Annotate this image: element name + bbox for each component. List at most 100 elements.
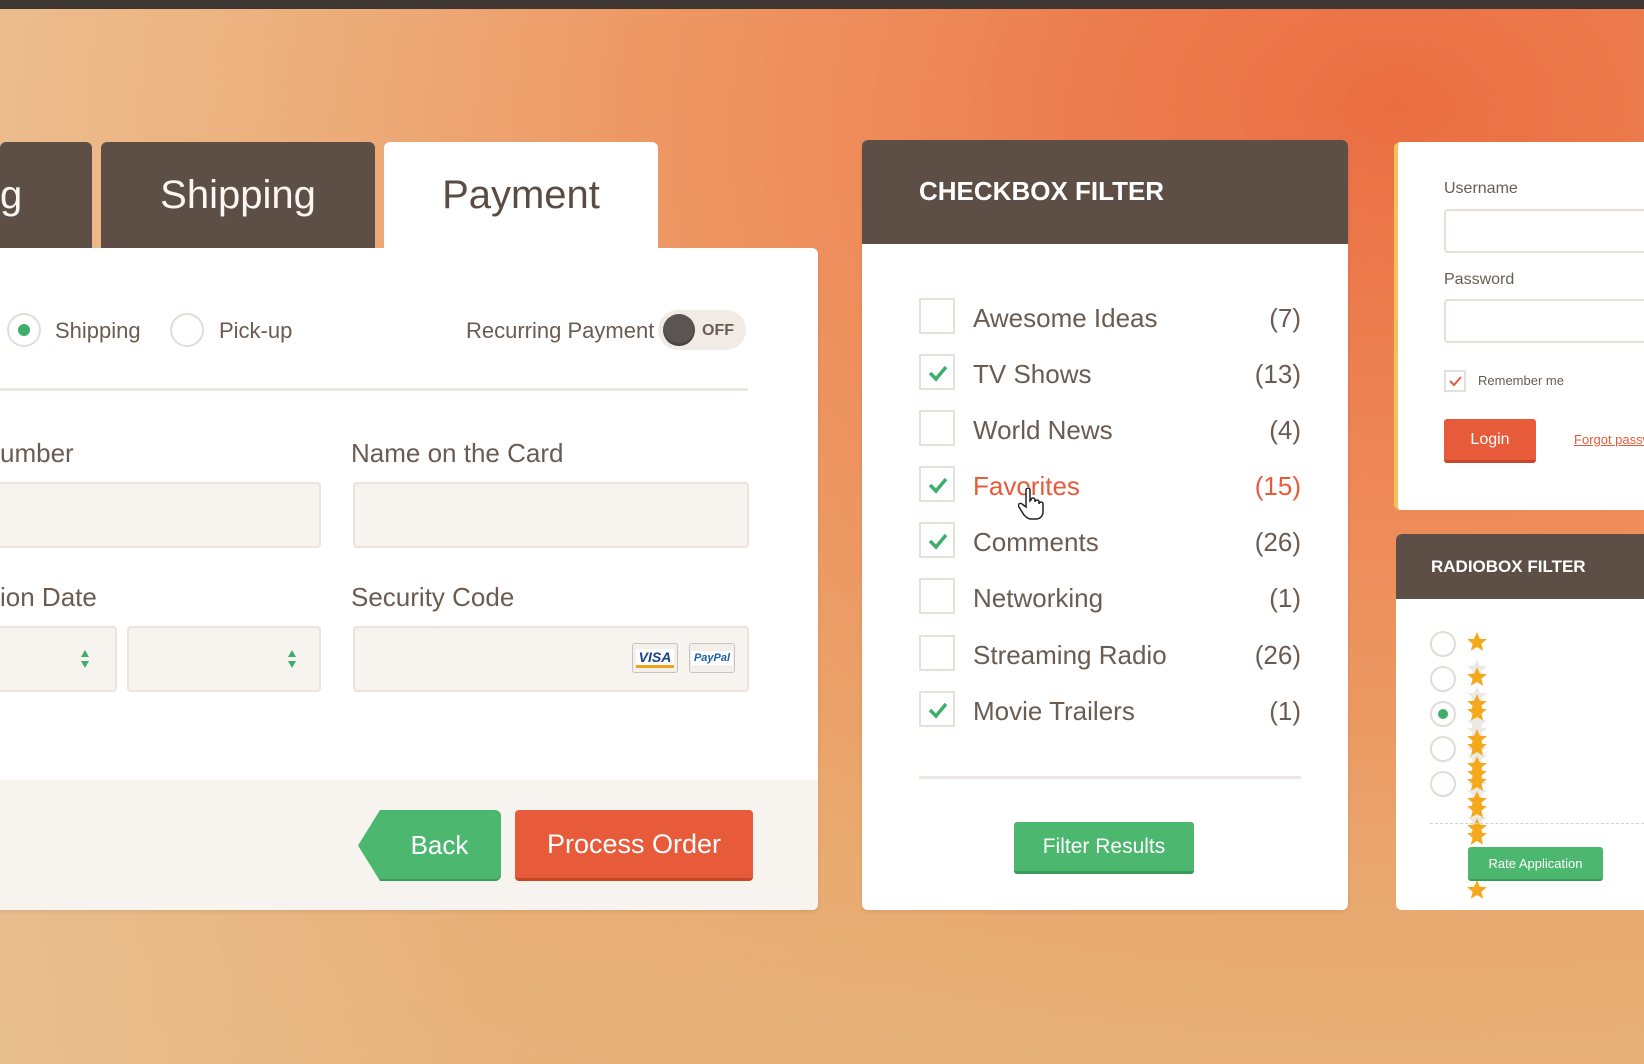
rating-radio[interactable] bbox=[1430, 736, 1456, 762]
filter-item-streaming-radio[interactable]: Streaming Radio (26) bbox=[919, 633, 1301, 673]
remember-me-checkbox[interactable] bbox=[1444, 370, 1466, 392]
filter-item-count: (15) bbox=[1254, 471, 1301, 501]
paypal-icon: PayPal bbox=[689, 643, 735, 673]
star-icon bbox=[1467, 772, 1487, 791]
filter-item-count: (1) bbox=[1269, 583, 1301, 613]
checkbox[interactable] bbox=[919, 298, 955, 334]
login-button[interactable]: Login bbox=[1444, 419, 1536, 463]
login-panel: Username Password Remember me Login Forg… bbox=[1394, 142, 1644, 510]
name-on-card-label: Name on the Card bbox=[351, 438, 564, 468]
back-button-label: Back bbox=[410, 830, 469, 860]
visa-icon: VISA bbox=[632, 643, 678, 673]
checkbox[interactable] bbox=[919, 635, 955, 671]
filter-results-label: Filter Results bbox=[1042, 834, 1166, 858]
filter-item-count: (4) bbox=[1269, 415, 1301, 445]
filter-item-label: Comments bbox=[973, 527, 1099, 557]
tab-billing[interactable]: g bbox=[0, 142, 92, 248]
checkbox[interactable] bbox=[919, 354, 955, 390]
rating-radio[interactable] bbox=[1430, 666, 1456, 692]
star-icon bbox=[1467, 880, 1487, 899]
checkbox[interactable] bbox=[919, 691, 955, 727]
tab-shipping[interactable]: Shipping bbox=[101, 142, 375, 248]
toggle-state-label: OFF bbox=[702, 322, 734, 339]
filter-item-awesome-ideas[interactable]: Awesome Ideas (7) bbox=[919, 296, 1301, 336]
filter-item-count: (1) bbox=[1269, 696, 1301, 726]
checkbox[interactable] bbox=[919, 578, 955, 614]
filter-item-label: TV Shows bbox=[973, 359, 1092, 389]
checkbox-filter-title: CHECKBOX FILTER bbox=[919, 176, 1165, 206]
recurring-payment-label: Recurring Payment bbox=[466, 318, 655, 343]
paypal-logo-text: PayPal bbox=[690, 651, 734, 665]
tab-label: Shipping bbox=[160, 172, 316, 217]
username-label: Username bbox=[1444, 180, 1518, 197]
password-label: Password bbox=[1444, 271, 1515, 288]
filter-item-comments[interactable]: Comments (26) bbox=[919, 520, 1301, 560]
username-input[interactable] bbox=[1444, 209, 1644, 253]
checkbox-filter-header: CHECKBOX FILTER bbox=[862, 140, 1348, 244]
star-icon bbox=[1467, 667, 1487, 686]
card-number-input[interactable] bbox=[0, 482, 321, 548]
remember-me-label: Remember me bbox=[1478, 373, 1564, 388]
checkbox[interactable] bbox=[919, 410, 955, 446]
checkmark-icon bbox=[928, 702, 948, 719]
rating-divider bbox=[1430, 823, 1644, 824]
star-icon bbox=[1467, 826, 1487, 845]
tab-payment[interactable]: Payment bbox=[384, 142, 658, 248]
login-button-label: Login bbox=[1470, 430, 1510, 448]
card-number-label: umber bbox=[0, 438, 74, 468]
rate-application-button[interactable]: Rate Application bbox=[1468, 847, 1603, 881]
radiobox-filter-panel: RADIOBOX FILTER Rate Application bbox=[1396, 534, 1644, 910]
filter-item-movie-trailers[interactable]: Movie Trailers (1) bbox=[919, 689, 1301, 729]
shipping-option-label: Shipping bbox=[55, 318, 141, 343]
expiration-month-select[interactable] bbox=[0, 626, 117, 692]
filter-item-count: (26) bbox=[1254, 527, 1301, 557]
filter-item-tv-shows[interactable]: TV Shows (13) bbox=[919, 352, 1301, 392]
radiobox-filter-title: RADIOBOX FILTER bbox=[1431, 557, 1586, 576]
checkmark-icon bbox=[1449, 376, 1462, 387]
star-icon bbox=[1467, 799, 1487, 818]
recurring-payment-toggle[interactable]: OFF bbox=[658, 310, 746, 350]
filter-item-label: World News bbox=[973, 415, 1113, 445]
visa-logo-text: VISA bbox=[635, 648, 675, 668]
section-divider bbox=[0, 388, 748, 391]
expiration-date-label: ion Date bbox=[0, 582, 97, 612]
filter-results-button[interactable]: Filter Results bbox=[1014, 822, 1194, 874]
rating-radio[interactable] bbox=[1430, 631, 1456, 657]
filter-item-label: Networking bbox=[973, 583, 1104, 613]
pickup-radio[interactable] bbox=[170, 313, 204, 347]
hand-cursor-icon bbox=[1018, 488, 1044, 520]
radiobox-filter-header: RADIOBOX FILTER bbox=[1396, 534, 1644, 599]
filter-item-networking[interactable]: Networking (1) bbox=[919, 576, 1301, 616]
filter-item-favorites[interactable]: Favorites (15) bbox=[919, 464, 1301, 504]
process-order-button[interactable]: Process Order bbox=[515, 810, 753, 881]
filter-item-label: Movie Trailers bbox=[973, 696, 1135, 726]
filter-item-count: (13) bbox=[1254, 359, 1301, 389]
back-button[interactable]: Back bbox=[378, 810, 501, 881]
star-icon bbox=[1467, 737, 1487, 756]
shipping-radio[interactable] bbox=[7, 313, 41, 347]
password-input[interactable] bbox=[1444, 299, 1644, 343]
toggle-knob bbox=[663, 314, 695, 346]
checkbox[interactable] bbox=[919, 466, 955, 502]
expiration-year-select[interactable] bbox=[127, 626, 321, 692]
filter-item-world-news[interactable]: World News (4) bbox=[919, 408, 1301, 448]
name-on-card-input[interactable] bbox=[353, 482, 749, 548]
radio-selected-dot bbox=[18, 324, 30, 336]
star-rating bbox=[1466, 771, 1491, 906]
checkmark-icon bbox=[928, 533, 948, 550]
process-order-label: Process Order bbox=[546, 828, 722, 859]
filter-item-count: (26) bbox=[1254, 640, 1301, 670]
star-icon bbox=[1467, 632, 1487, 651]
top-bar bbox=[0, 0, 1644, 9]
checkmark-icon bbox=[928, 477, 948, 494]
rating-radio[interactable] bbox=[1430, 701, 1456, 727]
checkmark-icon bbox=[928, 365, 948, 382]
filter-item-count: (7) bbox=[1269, 303, 1301, 333]
tab-label: Payment bbox=[442, 172, 600, 217]
checkbox-filter-panel: CHECKBOX FILTER Awesome Ideas (7) TV Sho… bbox=[862, 140, 1348, 910]
rating-radio[interactable] bbox=[1430, 771, 1456, 797]
select-arrows-icon bbox=[81, 650, 89, 668]
checkbox[interactable] bbox=[919, 522, 955, 558]
filter-item-label: Streaming Radio bbox=[973, 640, 1167, 670]
forgot-password-link[interactable]: Forgot passw bbox=[1574, 432, 1644, 447]
